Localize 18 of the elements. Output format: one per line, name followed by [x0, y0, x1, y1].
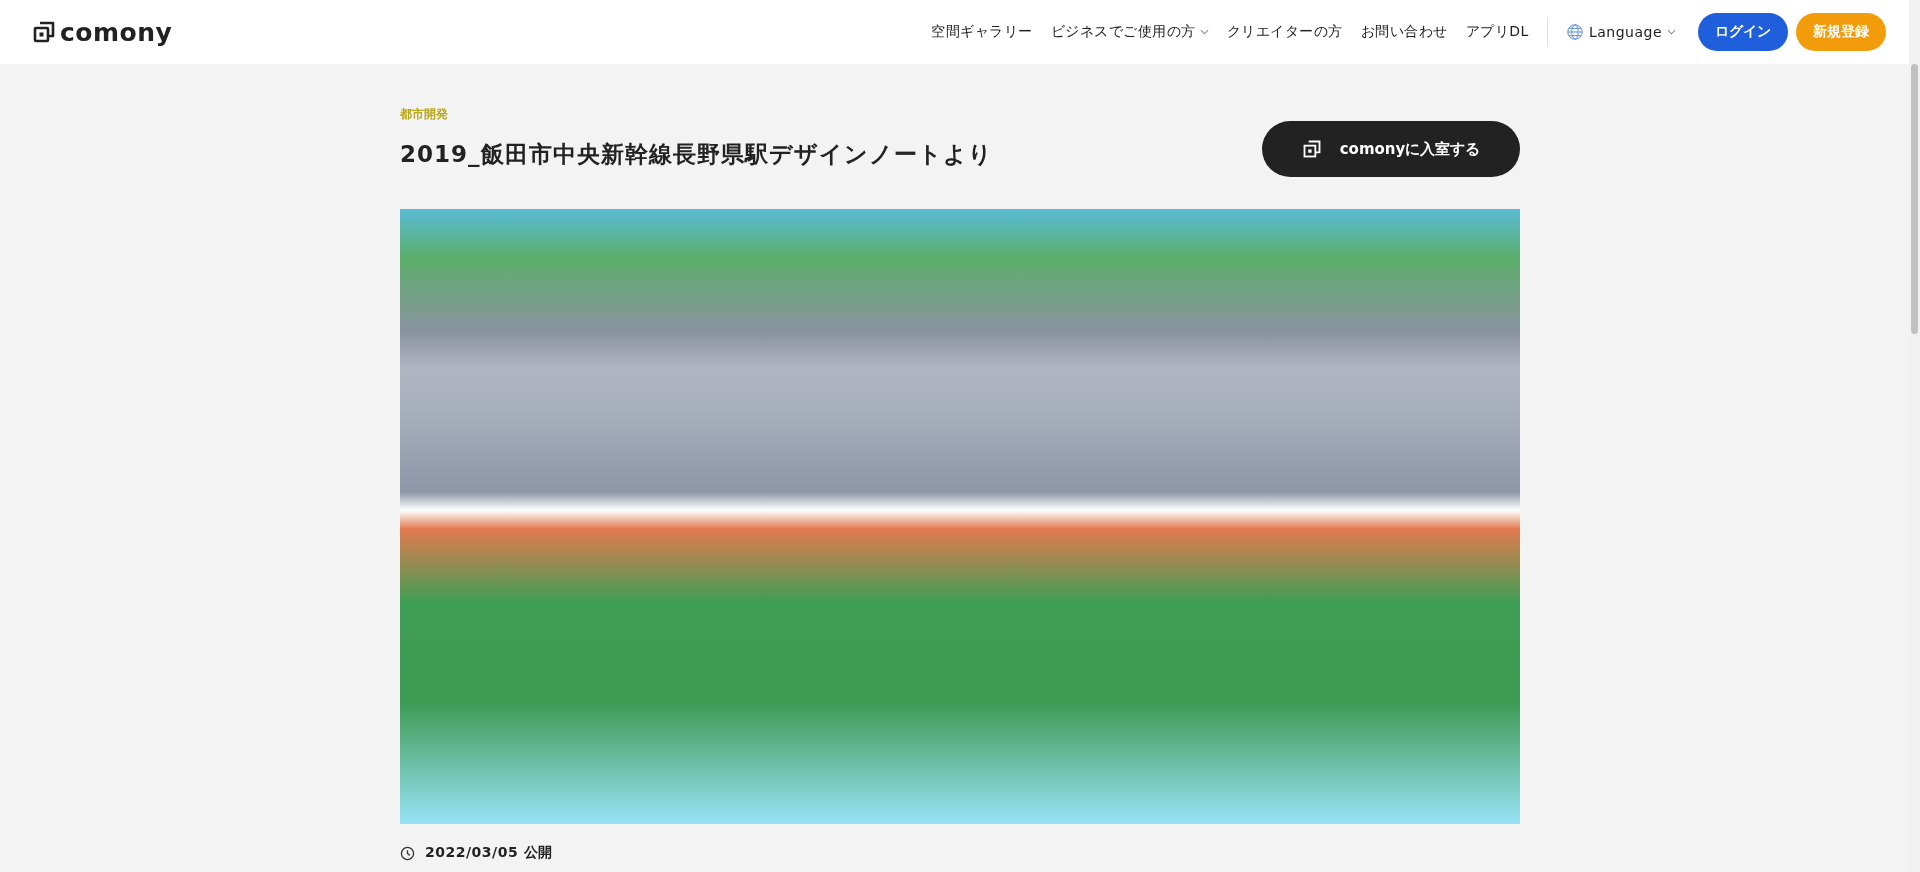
caret-icon [1667, 29, 1676, 35]
globe-icon [1565, 23, 1584, 41]
publish-date: 2022/03/05 公開 [425, 844, 553, 862]
login-button[interactable]: ログイン [1698, 13, 1788, 51]
nav-link[interactable]: アプリDL [1465, 23, 1529, 41]
nav-link[interactable]: 空間ギャラリー [931, 23, 1033, 41]
language-selector[interactable]: Language [1565, 23, 1676, 41]
article-title: 2019_飯田市中央新幹線長野県駅デザインノートより [400, 140, 993, 169]
caret-icon [1199, 29, 1209, 35]
nav-link[interactable]: お問い合わせ [1360, 23, 1448, 41]
clock-icon [400, 845, 415, 861]
nav-link[interactable]: クリエイターの方 [1226, 23, 1343, 41]
logo-text[interactable]: comony [60, 17, 173, 47]
rooms-icon [1301, 139, 1322, 159]
logo-icon[interactable] [32, 20, 56, 44]
scrollbar-thumb[interactable] [1911, 64, 1918, 334]
enter-room-button[interactable]: comonyに入室する [1262, 121, 1520, 177]
nav-dropdown[interactable]: ビジネスでご使用の方 [1050, 23, 1209, 41]
